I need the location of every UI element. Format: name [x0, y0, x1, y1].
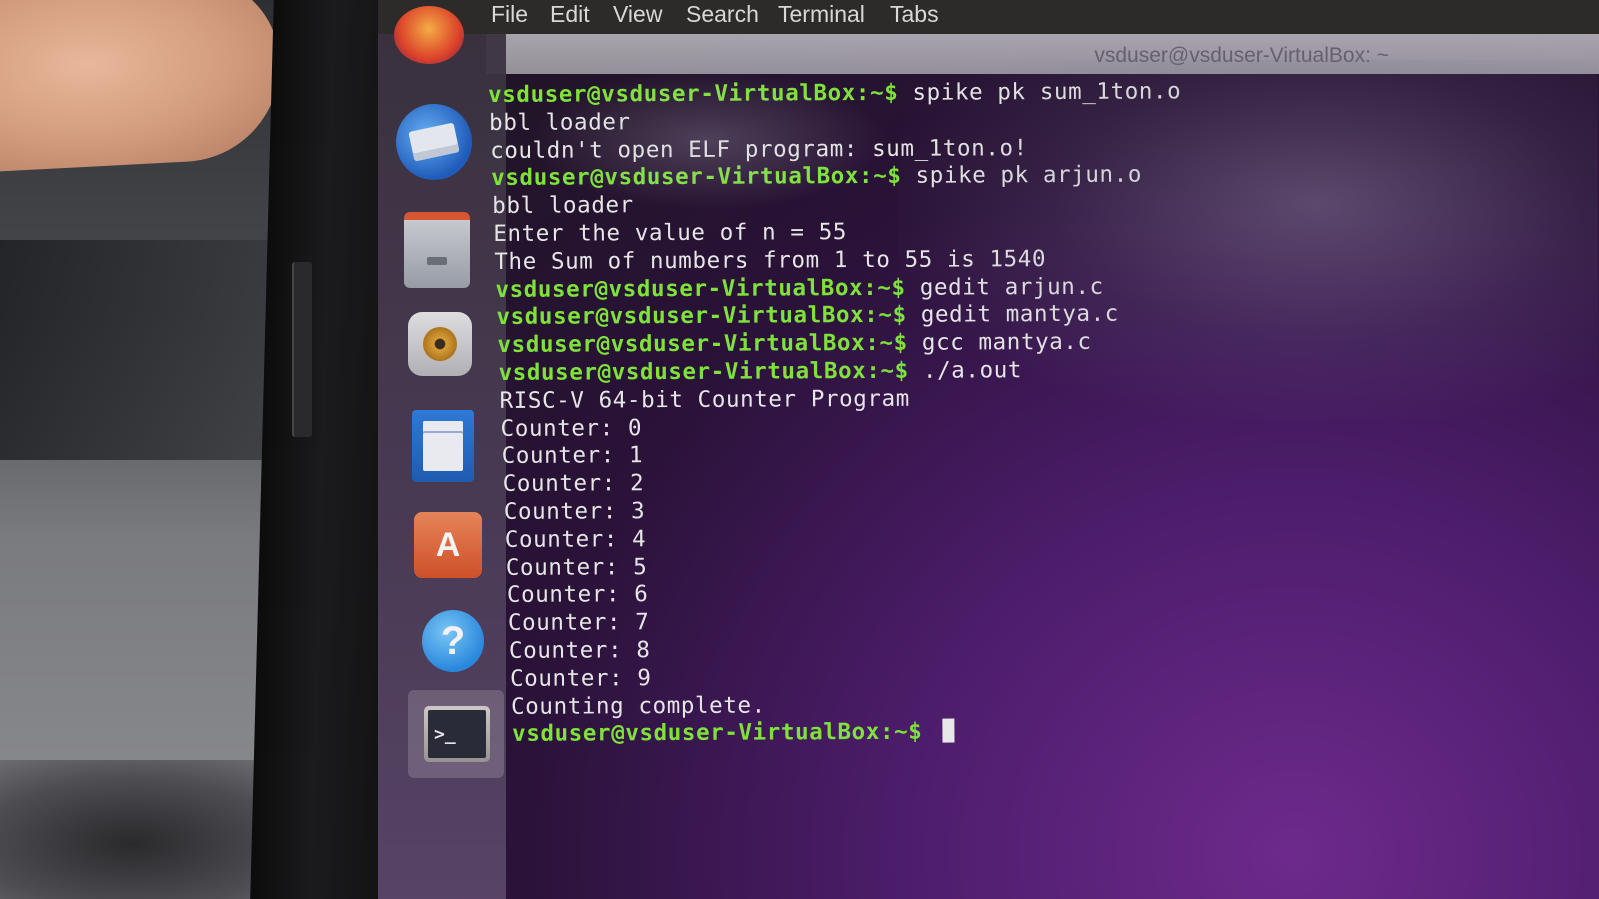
prompt: vsduser@vsduser-VirtualBox:~$	[496, 302, 907, 331]
document-page-icon	[423, 421, 463, 471]
terminal-output-line: Counter: 0	[501, 415, 643, 442]
prompt: vsduser@vsduser-VirtualBox:~$	[498, 357, 909, 386]
terminal-output-line: Counter: 4	[505, 526, 647, 553]
terminal-output-line: Enter the value of n = 55	[493, 219, 847, 247]
rhythmbox-icon[interactable]	[408, 312, 472, 376]
prompt: vsduser@vsduser-VirtualBox:~$	[497, 329, 908, 359]
files-icon[interactable]	[404, 212, 470, 288]
bezel-tab	[292, 262, 312, 437]
output-text: Counter: 1	[501, 442, 644, 470]
text-cursor	[942, 718, 955, 744]
terminal-output-line: Counting complete.	[511, 692, 766, 719]
output-text: Counter: 3	[503, 498, 646, 525]
drawer-slot	[427, 257, 447, 265]
menu-search[interactable]: Search	[686, 0, 759, 28]
terminal-output-line: Counter: 1	[502, 443, 644, 470]
terminal-output-line: RISC-V 64-bit Counter Program	[500, 386, 910, 414]
output-text: Counter: 2	[502, 470, 645, 498]
disc-icon	[423, 327, 457, 361]
menu-bar: File Edit View Search Terminal Tabs	[378, 0, 1599, 34]
screen-glare	[898, 60, 1598, 420]
screen-glare-secondary	[528, 70, 888, 210]
command-text	[922, 719, 936, 745]
firefox-icon[interactable]	[394, 6, 464, 64]
screen: File Edit View Search Terminal Tabs vsdu…	[378, 0, 1599, 899]
software-center-icon[interactable]: A	[414, 512, 482, 578]
thunderbird-icon[interactable]	[396, 104, 472, 180]
output-text: Counter: 6	[506, 581, 649, 609]
help-glyph: ?	[440, 618, 466, 663]
output-text: Counter: 8	[508, 637, 651, 664]
output-text: Counter: 0	[500, 414, 643, 442]
output-text: Counter: 5	[505, 553, 648, 581]
terminal-output-line: Counter: 7	[508, 609, 650, 636]
terminal-output-line: Counter: 6	[507, 582, 649, 609]
writer-icon[interactable]	[412, 410, 474, 482]
terminal-output-line: Counter: 9	[510, 665, 652, 692]
output-text: Counter: 4	[504, 525, 647, 553]
terminal-output-line: Counter: 2	[503, 470, 645, 497]
output-text: Counting complete.	[511, 692, 766, 720]
terminal-output-line: Counter: 3	[504, 498, 646, 525]
terminal-icon-screen: >_	[428, 710, 486, 758]
terminal-output-line: Counter: 5	[506, 554, 648, 581]
output-text: RISC-V 64-bit Counter Program	[499, 385, 910, 414]
desk-shadow	[0, 240, 300, 460]
help-icon[interactable]: ?	[422, 610, 484, 672]
terminal-output-line: Counter: 8	[509, 637, 651, 664]
output-text: Counter: 9	[509, 664, 652, 692]
menu-edit[interactable]: Edit	[550, 0, 590, 28]
menu-view[interactable]: View	[613, 0, 662, 28]
output-text: Enter the value of n = 55	[493, 219, 848, 247]
menu-file[interactable]: File	[491, 0, 528, 28]
menu-tabs[interactable]: Tabs	[890, 0, 939, 28]
prompt: vsduser@vsduser-VirtualBox:~$	[512, 719, 923, 748]
menu-terminal[interactable]: Terminal	[778, 0, 865, 28]
software-letter: A	[435, 525, 461, 564]
prompt: vsduser@vsduser-VirtualBox:~$	[495, 274, 906, 303]
terminal-icon[interactable]: >_	[424, 706, 490, 762]
envelope-icon	[408, 122, 460, 162]
terminal-command-line: vsduser@vsduser-VirtualBox:~$	[512, 718, 955, 748]
output-text: Counter: 7	[507, 609, 650, 637]
